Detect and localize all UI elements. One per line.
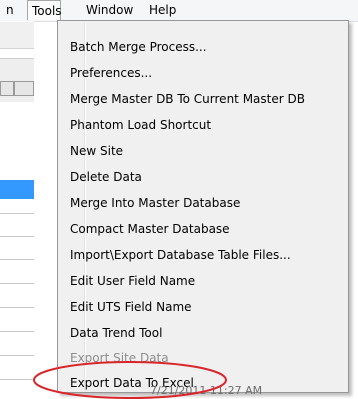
tools-dropdown-menu: Batch Merge Process... Preferences... Me… bbox=[57, 20, 349, 393]
menu-item-merge-into-master-database[interactable]: Merge Into Master Database bbox=[70, 193, 240, 213]
background-header-cell bbox=[0, 81, 14, 96]
menu-item-delete-data[interactable]: Delete Data bbox=[70, 167, 142, 187]
menu-help[interactable]: Help bbox=[149, 0, 176, 21]
menu-item-batch-merge-process[interactable]: Batch Merge Process... bbox=[70, 37, 207, 57]
menu-window[interactable]: Window bbox=[86, 0, 133, 21]
background-row-line bbox=[0, 331, 34, 332]
background-selected-row bbox=[0, 180, 34, 199]
menu-item-cut-off[interactable]: n bbox=[0, 0, 20, 21]
background-header-bar bbox=[0, 58, 34, 102]
background-row-line bbox=[0, 355, 34, 356]
menu-item-phantom-load-shortcut[interactable]: Phantom Load Shortcut bbox=[70, 115, 211, 135]
menu-item-new-site[interactable]: New Site bbox=[70, 141, 123, 161]
menu-item-edit-uts-field-name[interactable]: Edit UTS Field Name bbox=[70, 297, 192, 317]
background-row-line bbox=[0, 213, 34, 214]
background-row-line bbox=[0, 379, 34, 380]
menu-tools[interactable]: Tools bbox=[27, 0, 62, 20]
menu-bar: n Tools Window Help bbox=[0, 0, 358, 22]
background-toolbar bbox=[0, 22, 34, 49]
background-header-cell bbox=[14, 81, 34, 96]
menu-item-data-trend-tool[interactable]: Data Trend Tool bbox=[70, 323, 162, 343]
background-timestamp: 7/21/2011 11:27 AM bbox=[150, 384, 263, 397]
menu-item-merge-master-db[interactable]: Merge Master DB To Current Master DB bbox=[70, 89, 305, 109]
background-row-line bbox=[0, 307, 34, 308]
menu-item-preferences[interactable]: Preferences... bbox=[70, 63, 152, 83]
menu-item-export-site-data: Export Site Data bbox=[70, 351, 169, 365]
background-row-line bbox=[0, 283, 34, 284]
background-row-line bbox=[0, 259, 34, 260]
menu-item-import-export-table-files[interactable]: Import\Export Database Table Files... bbox=[70, 245, 291, 265]
background-row-line bbox=[0, 236, 34, 237]
menu-item-edit-user-field-name[interactable]: Edit User Field Name bbox=[70, 271, 195, 291]
menu-item-compact-master-database[interactable]: Compact Master Database bbox=[70, 219, 230, 239]
